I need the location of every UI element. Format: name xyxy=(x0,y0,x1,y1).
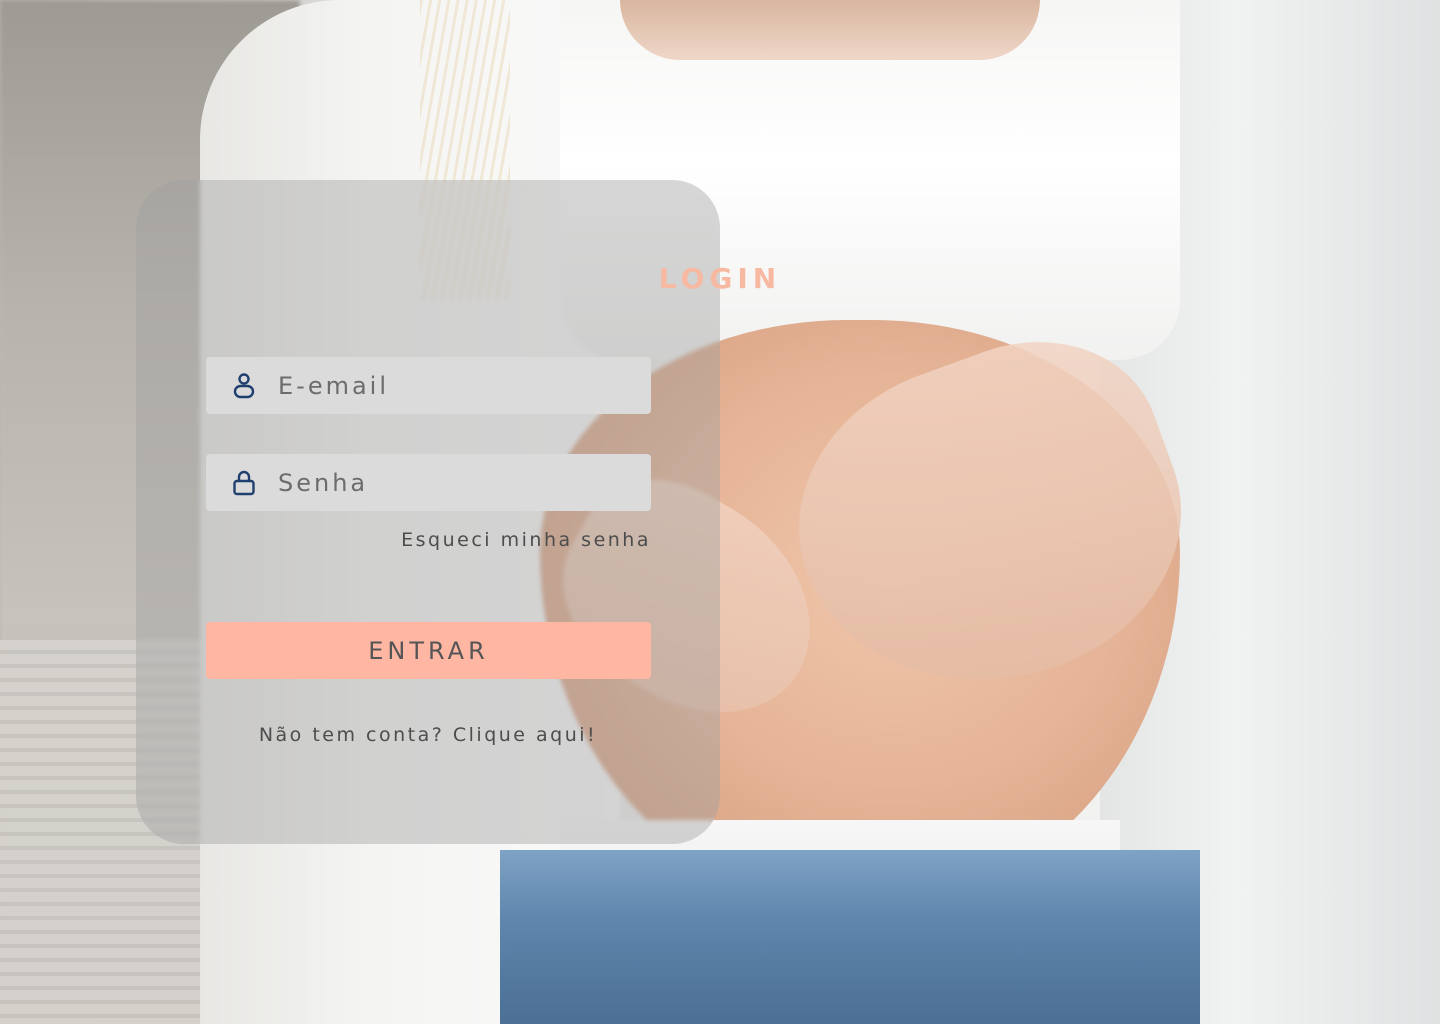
password-field[interactable] xyxy=(206,453,651,512)
login-page: LOGIN Esqueci minha senha ENTRAR Não tem… xyxy=(0,0,1440,1024)
lock-icon xyxy=(230,469,258,497)
forgot-password-link[interactable]: Esqueci minha senha xyxy=(206,529,651,551)
signup-link[interactable]: Não tem conta? Clique aqui! xyxy=(136,724,720,746)
background-chest xyxy=(620,0,1040,60)
email-field[interactable] xyxy=(206,356,651,415)
password-input[interactable] xyxy=(276,453,620,512)
login-title: LOGIN xyxy=(658,262,782,295)
background-jeans xyxy=(500,850,1200,1024)
email-input[interactable] xyxy=(276,356,620,415)
user-icon xyxy=(230,372,258,400)
login-button[interactable]: ENTRAR xyxy=(206,622,651,679)
